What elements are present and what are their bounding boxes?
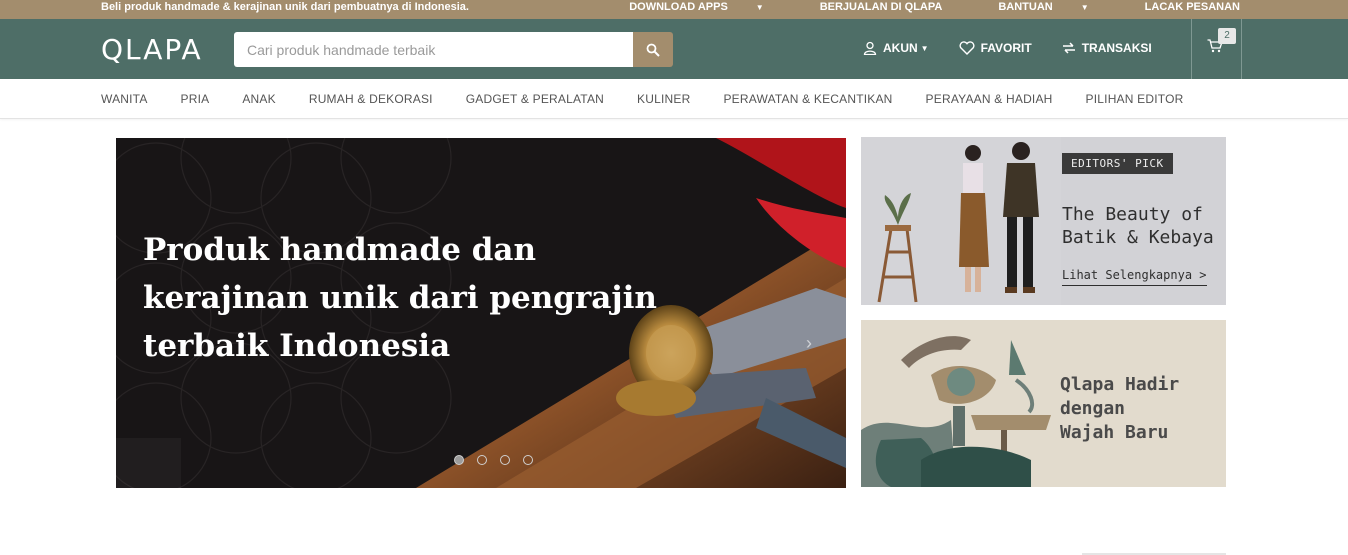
title-line: Wajah Baru [1060,422,1169,443]
new-look-banner[interactable]: Qlapa Hadir dengan Wajah Baru [861,320,1226,487]
editors-pick-banner[interactable]: EDITORS' PICK The Beauty of Batik & Keba… [861,137,1226,305]
category-item[interactable]: GADGET & PERALATAN [466,92,604,106]
category-item[interactable]: ANAK [242,92,275,106]
hero-headline: Produk handmade dan kerajinan unik dari … [143,226,663,370]
sell-link[interactable]: BERJUALAN DI QLAPA [792,0,943,15]
transactions-link[interactable]: TRANSAKSI [1062,38,1152,58]
carousel-dot[interactable] [454,455,464,465]
title-line: Batik & Kebaya [1062,227,1214,248]
transactions-label: TRANSAKSI [1081,41,1152,55]
see-more-link[interactable]: Lihat Selengkapnya > [1062,268,1207,286]
carousel-dots [454,455,533,465]
search-input[interactable] [234,32,634,67]
download-apps-label: DOWNLOAD APPS [629,1,728,13]
category-list: WANITA PRIA ANAK RUMAH & DEKORASI GADGET… [101,92,1216,106]
cart-button[interactable]: 2 [1191,19,1242,79]
illustration-image [861,320,1056,487]
category-item[interactable]: PERAYAAN & HADIAH [926,92,1053,106]
category-item[interactable]: PILIHAN EDITOR [1086,92,1184,106]
category-item[interactable]: RUMAH & DEKORASI [309,92,433,106]
hero-line: kerajinan unik dari pengrajin [143,280,657,316]
hero-line: terbaik Indonesia [143,328,451,364]
search-button[interactable] [633,32,673,67]
top-links: DOWNLOAD APPS ▼ BERJUALAN DI QLAPA BANTUA… [573,0,1240,15]
carousel-next-button[interactable]: › [806,333,812,354]
carousel-dot[interactable] [523,455,533,465]
account-label: AKUN [883,41,918,55]
track-order-link[interactable]: LACAK PESANAN [1117,0,1240,15]
favorite-link[interactable]: FAVORIT [959,38,1032,58]
favorite-label: FAVORIT [980,41,1032,55]
category-nav: WANITA PRIA ANAK RUMAH & DEKORASI GADGET… [0,79,1348,119]
account-menu[interactable]: AKUN ▼ [863,38,929,58]
main-header: QLAPA AKUN ▼ FAVORIT TRANSAKSI 2 [0,19,1348,79]
chevron-down-icon: ▼ [920,43,929,53]
sell-label: BERJUALAN DI QLAPA [819,1,943,13]
chevron-down-icon: ▼ [755,3,764,12]
batik-models-image [861,137,1061,305]
editors-pick-badge: EDITORS' PICK [1062,153,1173,174]
download-apps-link[interactable]: DOWNLOAD APPS ▼ [601,0,764,15]
chevron-right-icon: › [806,333,812,353]
header-nav: AKUN ▼ FAVORIT TRANSAKSI [863,38,1182,58]
title-line: Qlapa Hadir [1060,374,1180,395]
new-look-title: Qlapa Hadir dengan Wajah Baru [1060,373,1179,445]
carousel-dot[interactable] [477,455,487,465]
editors-pick-title: The Beauty of Batik & Kebaya [1062,203,1214,249]
carousel-dot[interactable] [500,455,510,465]
category-item[interactable]: PRIA [181,92,210,106]
hero-carousel[interactable]: › Produk handmade dan kerajinan unik dar… [116,138,846,488]
category-item[interactable]: KULINER [637,92,690,106]
search-icon [646,43,660,57]
track-order-label: LACAK PESANAN [1144,1,1240,13]
hero-line: Produk handmade dan [143,232,537,268]
cart-count-badge: 2 [1218,28,1236,44]
logo[interactable]: QLAPA [101,34,203,66]
help-label: BANTUAN [998,1,1053,13]
user-icon [863,41,877,55]
category-item[interactable]: WANITA [101,92,148,106]
category-item[interactable]: PERAWATAN & KECANTIKAN [723,92,892,106]
help-link[interactable]: BANTUAN ▼ [970,0,1088,15]
title-line: dengan [1060,398,1126,419]
heart-icon [959,41,975,55]
carousel-prev-button[interactable] [116,438,181,488]
tagline: Beli produk handmade & kerajinan unik da… [101,1,469,13]
top-bar: Beli produk handmade & kerajinan unik da… [0,0,1348,19]
chevron-down-icon: ▼ [1080,3,1089,12]
title-line: The Beauty of [1062,204,1203,225]
exchange-icon [1062,42,1075,54]
